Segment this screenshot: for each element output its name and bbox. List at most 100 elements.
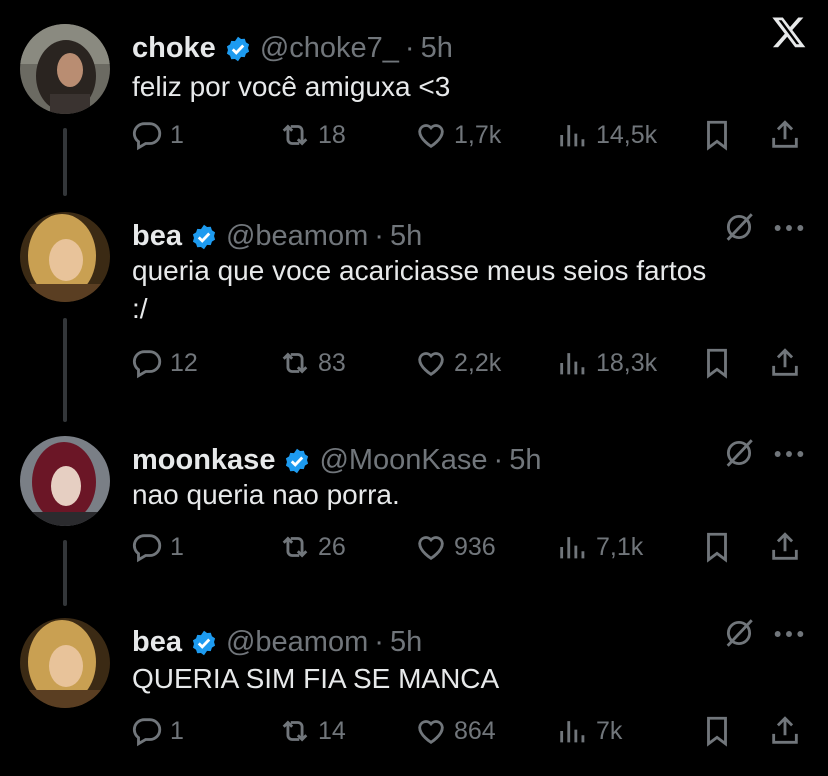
thread-line	[63, 540, 67, 606]
action-bar: 1 18 1,7k 14,5k	[130, 118, 810, 158]
display-name[interactable]: moonkase	[132, 444, 275, 477]
like-button[interactable]: 1,7k	[414, 118, 501, 152]
reply-count: 1	[170, 120, 184, 149]
like-count: 864	[454, 716, 496, 745]
retweet-button[interactable]: 26	[278, 530, 346, 564]
bookmark-icon	[707, 716, 727, 747]
share-icon	[772, 532, 798, 560]
share-icon	[772, 120, 798, 148]
bookmark-button[interactable]	[700, 118, 734, 152]
views-button[interactable]: 7,1k	[556, 530, 643, 564]
verified-badge-icon	[192, 630, 216, 655]
views-count: 14,5k	[596, 120, 658, 149]
display-name[interactable]: bea	[132, 626, 182, 659]
like-button[interactable]: 864	[414, 714, 496, 748]
views-button[interactable]: 14,5k	[556, 118, 657, 152]
like-button[interactable]: 936	[414, 530, 496, 564]
bookmark-icon	[707, 348, 727, 379]
reply-icon	[132, 718, 162, 747]
avatar[interactable]	[20, 24, 110, 114]
more-icon[interactable]	[772, 448, 806, 460]
avatar[interactable]	[20, 618, 110, 708]
share-button[interactable]	[768, 714, 802, 748]
grok-icon[interactable]	[722, 436, 756, 470]
views-icon	[560, 537, 585, 559]
share-icon	[772, 716, 798, 744]
reply-count: 1	[170, 532, 184, 561]
bookmark-button[interactable]	[700, 530, 734, 564]
views-button[interactable]: 18,3k	[556, 346, 657, 380]
handle[interactable]: @beamom	[226, 626, 368, 659]
bookmark-icon	[707, 120, 727, 151]
tweet-header: bea @beamom · 5h	[132, 626, 422, 659]
share-icon	[772, 348, 798, 376]
tweet-header: bea @beamom · 5h	[132, 220, 422, 253]
views-count: 18,3k	[596, 348, 658, 377]
tweet-text: queria que voce acariciasse meus seios f…	[132, 255, 707, 324]
retweet-button[interactable]: 18	[278, 118, 346, 152]
bookmark-icon	[707, 532, 727, 563]
retweet-button[interactable]: 14	[278, 714, 346, 748]
like-icon	[418, 352, 444, 377]
separator: ·	[374, 220, 384, 252]
bookmark-button[interactable]	[700, 346, 734, 380]
tweet-header: choke @choke7_ · 5h	[132, 32, 453, 65]
share-button[interactable]	[768, 530, 802, 564]
more-icon[interactable]	[772, 222, 806, 234]
action-bar: 1 14 864 7k	[130, 714, 810, 754]
reply-count: 12	[170, 348, 198, 377]
reply-button[interactable]: 1	[130, 530, 184, 564]
reply-icon	[132, 350, 162, 379]
like-button[interactable]: 2,2k	[414, 346, 501, 380]
timestamp[interactable]: 5h	[390, 220, 422, 253]
grok-icon[interactable]	[722, 616, 756, 650]
views-icon	[560, 353, 585, 375]
reply-button[interactable]: 1	[130, 118, 184, 152]
handle[interactable]: @choke7_	[260, 32, 399, 65]
tweet-header: moonkase @MoonKase · 5h	[132, 444, 541, 477]
retweet-icon	[282, 124, 308, 146]
more-icon[interactable]	[772, 628, 806, 640]
tweet-text: feliz por você amiguxa <3	[132, 71, 451, 102]
retweet-icon	[282, 720, 308, 742]
separator: ·	[404, 32, 415, 64]
retweet-count: 83	[318, 348, 346, 377]
display-name[interactable]: choke	[132, 32, 216, 65]
timestamp[interactable]: 5h	[421, 32, 453, 65]
share-button[interactable]	[768, 118, 802, 152]
like-icon	[418, 124, 444, 149]
like-count: 2,2k	[454, 348, 502, 377]
verified-badge-icon	[192, 224, 216, 249]
x-logo-icon[interactable]	[770, 14, 808, 50]
like-icon	[418, 720, 444, 745]
thread-line	[63, 128, 67, 196]
views-count: 7,1k	[596, 532, 644, 561]
reply-icon	[132, 534, 162, 563]
like-count: 1,7k	[454, 120, 502, 149]
verified-badge-icon	[286, 448, 309, 473]
avatar[interactable]	[20, 436, 110, 526]
reply-count: 1	[170, 716, 184, 745]
action-bar: 1 26 936 7,1k	[130, 530, 810, 570]
retweet-button[interactable]: 83	[278, 346, 346, 380]
grok-icon[interactable]	[722, 210, 756, 244]
handle[interactable]: @MoonKase	[319, 444, 487, 477]
reply-button[interactable]: 1	[130, 714, 184, 748]
reply-button[interactable]: 12	[130, 346, 198, 380]
timestamp[interactable]: 5h	[509, 444, 541, 477]
retweet-icon	[282, 536, 308, 558]
handle[interactable]: @beamom	[226, 220, 368, 253]
retweet-count: 14	[318, 716, 346, 745]
display-name[interactable]: bea	[132, 220, 182, 253]
like-count: 936	[454, 532, 496, 561]
share-button[interactable]	[768, 346, 802, 380]
bookmark-button[interactable]	[700, 714, 734, 748]
separator: ·	[493, 444, 504, 476]
timestamp[interactable]: 5h	[390, 626, 422, 659]
verified-badge-icon	[226, 36, 249, 61]
avatar[interactable]	[20, 212, 110, 302]
like-icon	[418, 536, 444, 561]
separator: ·	[374, 626, 384, 658]
thread-line	[63, 318, 67, 422]
views-button[interactable]: 7k	[556, 714, 622, 748]
